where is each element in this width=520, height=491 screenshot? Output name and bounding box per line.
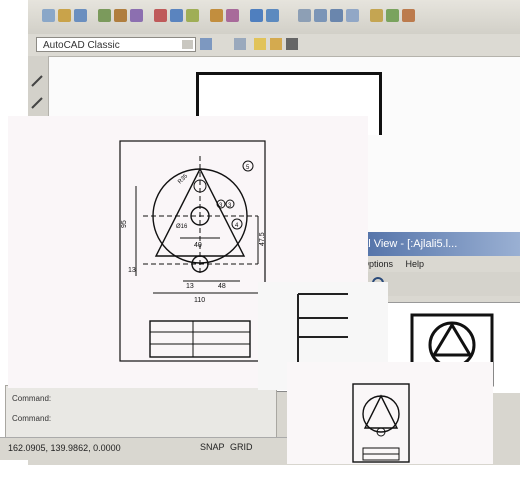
layer-properties-icon[interactable] (234, 38, 246, 50)
zoom-realtime-icon[interactable] (314, 9, 327, 22)
coordinate-readout: 162.0905, 139.9862, 0.0000 (8, 443, 121, 453)
workspace-toolbar: AutoCAD Classic (28, 34, 520, 57)
design-center-icon[interactable] (386, 9, 399, 22)
status-bar: 162.0905, 139.9862, 0.0000 SNAP GRID (0, 437, 320, 460)
open-icon[interactable] (58, 9, 71, 22)
copy-icon[interactable] (170, 9, 183, 22)
balloon-5: 5 (246, 165, 250, 171)
new-icon[interactable] (42, 9, 55, 22)
menu-help[interactable]: Help (406, 259, 425, 269)
dim-110: 110 (194, 297, 205, 304)
dim-13: 13 (186, 283, 194, 290)
undo-icon[interactable] (250, 9, 263, 22)
workspace-label: AutoCAD Classic (43, 40, 120, 51)
standard-toolbar (28, 0, 520, 35)
dim-40: 40 (194, 242, 202, 249)
redo-icon[interactable] (266, 9, 279, 22)
dim-diameter: Ø16 (176, 224, 188, 230)
command-line-1: Command: (12, 394, 52, 403)
aerial-menu-bar: Options Help (352, 256, 520, 272)
command-line-panel[interactable]: Command: Command: (5, 385, 277, 439)
layer-color-icon[interactable] (286, 38, 298, 50)
save-icon[interactable] (74, 9, 87, 22)
tool-palettes-icon[interactable] (402, 9, 415, 22)
paste-icon[interactable] (186, 9, 199, 22)
dim-radius: R35 (177, 173, 189, 185)
drawing-thumbnail (287, 362, 493, 464)
command-line-2[interactable]: Command: (12, 412, 262, 426)
grid-toggle[interactable]: GRID (230, 442, 253, 452)
print-icon[interactable] (98, 9, 111, 22)
match-properties-icon[interactable] (210, 9, 223, 22)
lightbulb-icon[interactable] (254, 38, 266, 50)
snap-toggle[interactable]: SNAP (200, 442, 225, 452)
zoom-previous-icon[interactable] (346, 9, 359, 22)
pan-icon[interactable] (298, 9, 311, 22)
properties-icon[interactable] (370, 9, 383, 22)
preview-icon[interactable] (114, 9, 127, 22)
publish-icon[interactable] (130, 9, 143, 22)
dim-95: 95 (121, 220, 128, 228)
cut-icon[interactable] (154, 9, 167, 22)
workspace-settings-icon[interactable] (200, 38, 212, 50)
sun-icon[interactable] (270, 38, 282, 50)
aerial-title-bar[interactable]: rial View - [:Ajlali5.l... (352, 232, 520, 256)
dim-48: 48 (218, 283, 226, 290)
balloon-4: 4 (235, 223, 239, 229)
thumbnail-drawing (352, 383, 410, 463)
workspace-dropdown[interactable]: AutoCAD Classic (36, 37, 196, 52)
zoom-window-icon[interactable] (330, 9, 343, 22)
dim-13-vertical: 13 (128, 267, 136, 274)
dim-47-5: 47.5 (259, 232, 266, 246)
chevron-down-icon (182, 40, 193, 49)
block-editor-icon[interactable] (226, 9, 239, 22)
